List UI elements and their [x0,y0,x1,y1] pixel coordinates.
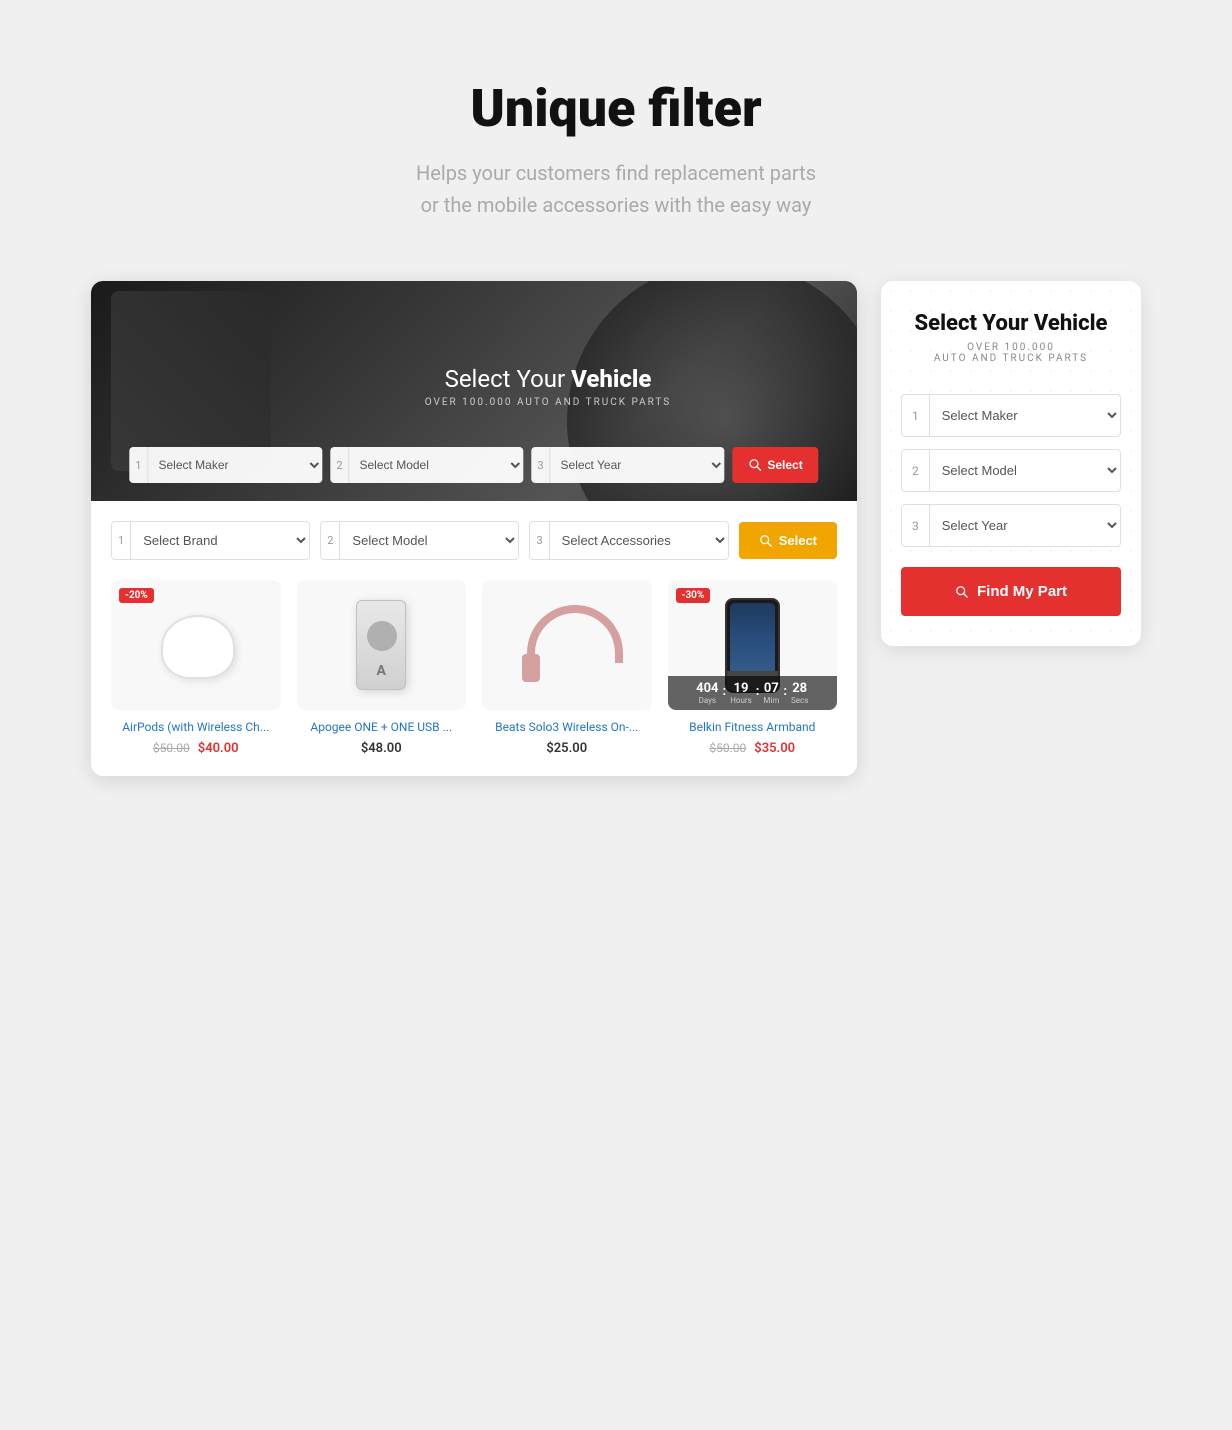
banner-year-num: 3 [531,447,550,483]
banner-maker-num: 1 [129,447,148,483]
acc-accessories-num: 3 [530,522,549,559]
right-select-group: 1 Select Maker 2 Select Model 3 Select Y… [901,394,1121,547]
countdown-timer: 404 Days : 19 Hours : 07 Mim [668,676,838,710]
product-name-beats[interactable]: Beats Solo3 Wireless On-... [482,720,652,736]
price-sale-belkin: $35.00 [754,741,795,756]
product-img-apogee [297,580,467,710]
banner-maker-select[interactable]: Select Maker [148,447,322,483]
countdown-sep3: : [783,684,787,699]
product-name-airpods[interactable]: AirPods (with Wireless Ch... [111,720,281,736]
main-content: Select Your Vehicle OVER 100.000 AUTO AN… [91,281,1141,776]
price-sale-airpods: $40.00 [198,741,239,756]
right-model-select[interactable]: Select Model [930,450,1120,491]
product-card-belkin: -30% 404 Days : 19 Hours [668,580,838,756]
price-original-airpods: $50.00 [153,741,190,755]
acc-search-icon [759,534,773,548]
countdown-sep2: : [756,684,760,699]
apogee-image [356,600,406,690]
vehicle-banner: Select Your Vehicle OVER 100.000 AUTO AN… [91,281,857,501]
countdown-days: 404 Days [696,681,718,705]
banner-search-label: Select [767,458,802,472]
product-card-beats: Beats Solo3 Wireless On-... $25.00 [482,580,652,756]
banner-model-num: 2 [330,447,349,483]
countdown-sep1: : [723,684,727,699]
price-regular-apogee: $48.00 [361,741,402,756]
products-grid: -20% AirPods (with Wireless Ch... $50.00… [111,580,837,756]
right-model-select-wrap: 2 Select Model [901,449,1121,492]
banner-year-select-wrap: 3 Select Year [531,447,724,483]
banner-model-select-wrap: 2 Select Model [330,447,523,483]
price-regular-beats: $25.00 [546,741,587,756]
banner-model-select[interactable]: Select Model [350,447,524,483]
countdown-mins: 07 Mim [763,681,779,705]
right-year-select-wrap: 3 Select Year [901,504,1121,547]
product-img-beats [482,580,652,710]
right-maker-select[interactable]: Select Maker [930,395,1120,436]
product-name-apogee[interactable]: Apogee ONE + ONE USB ... [297,720,467,736]
product-card-airpods: -20% AirPods (with Wireless Ch... $50.00… [111,580,281,756]
right-maker-num: 1 [902,395,930,436]
banner-text: Select Your Vehicle OVER 100.000 AUTO AN… [425,365,672,408]
acc-brand-num: 1 [112,522,131,559]
find-part-search-icon [955,585,969,599]
acc-model-select-wrap: 2 Select Model [320,521,519,560]
acc-accessories-select[interactable]: Select Accessories [550,522,728,559]
banner-selects: 1 Select Maker 2 Select Model 3 Select Y… [129,447,818,483]
airpods-image [156,605,236,685]
price-original-belkin: $50.00 [709,741,746,755]
right-maker-select-wrap: 1 Select Maker [901,394,1121,437]
product-price-belkin: $50.00 $35.00 [668,741,838,756]
acc-search-label: Select [779,533,817,548]
countdown-hours: 19 Hours [730,681,752,705]
product-badge-belkin: -30% [676,588,711,603]
find-part-button[interactable]: Find My Part [901,567,1121,616]
left-panel: Select Your Vehicle OVER 100.000 AUTO AN… [91,281,857,776]
acc-search-button[interactable]: Select [739,522,837,559]
banner-maker-select-wrap: 1 Select Maker [129,447,322,483]
page-title: Unique filter [416,80,816,137]
banner-year-select[interactable]: Select Year [551,447,725,483]
banner-subtitle: OVER 100.000 AUTO AND TRUCK PARTS [425,397,672,408]
right-year-select[interactable]: Select Year [930,505,1120,546]
acc-model-num: 2 [321,522,340,559]
acc-model-select[interactable]: Select Model [340,522,518,559]
right-model-num: 2 [902,450,930,491]
right-panel-title: Select Your Vehicle [901,311,1121,336]
product-price-beats: $25.00 [482,741,652,756]
beats-image [522,600,612,690]
page-header: Unique filter Helps your customers find … [416,80,816,221]
product-name-belkin[interactable]: Belkin Fitness Armband [668,720,838,736]
product-price-airpods: $50.00 $40.00 [111,741,281,756]
acc-brand-select-wrap: 1 Select Brand [111,521,310,560]
right-panel-subtitle: OVER 100.000AUTO AND TRUCK PARTS [901,342,1121,364]
right-panel: Select Your Vehicle OVER 100.000AUTO AND… [881,281,1141,646]
page-subtitle: Helps your customers find replacement pa… [416,157,816,221]
acc-accessories-select-wrap: 3 Select Accessories [529,521,728,560]
search-icon [748,458,762,472]
acc-brand-select[interactable]: Select Brand [131,522,309,559]
accessories-panel: 1 Select Brand 2 Select Model 3 Select A… [91,501,857,776]
find-part-label: Find My Part [977,583,1067,600]
accessories-selects: 1 Select Brand 2 Select Model 3 Select A… [111,521,837,560]
product-card-apogee: Apogee ONE + ONE USB ... $48.00 [297,580,467,756]
right-year-num: 3 [902,505,930,546]
banner-title: Select Your Vehicle [425,365,672,393]
product-price-apogee: $48.00 [297,741,467,756]
product-badge-airpods: -20% [119,588,154,603]
banner-search-button[interactable]: Select [732,447,818,483]
countdown-secs: 28 Secs [791,681,808,705]
